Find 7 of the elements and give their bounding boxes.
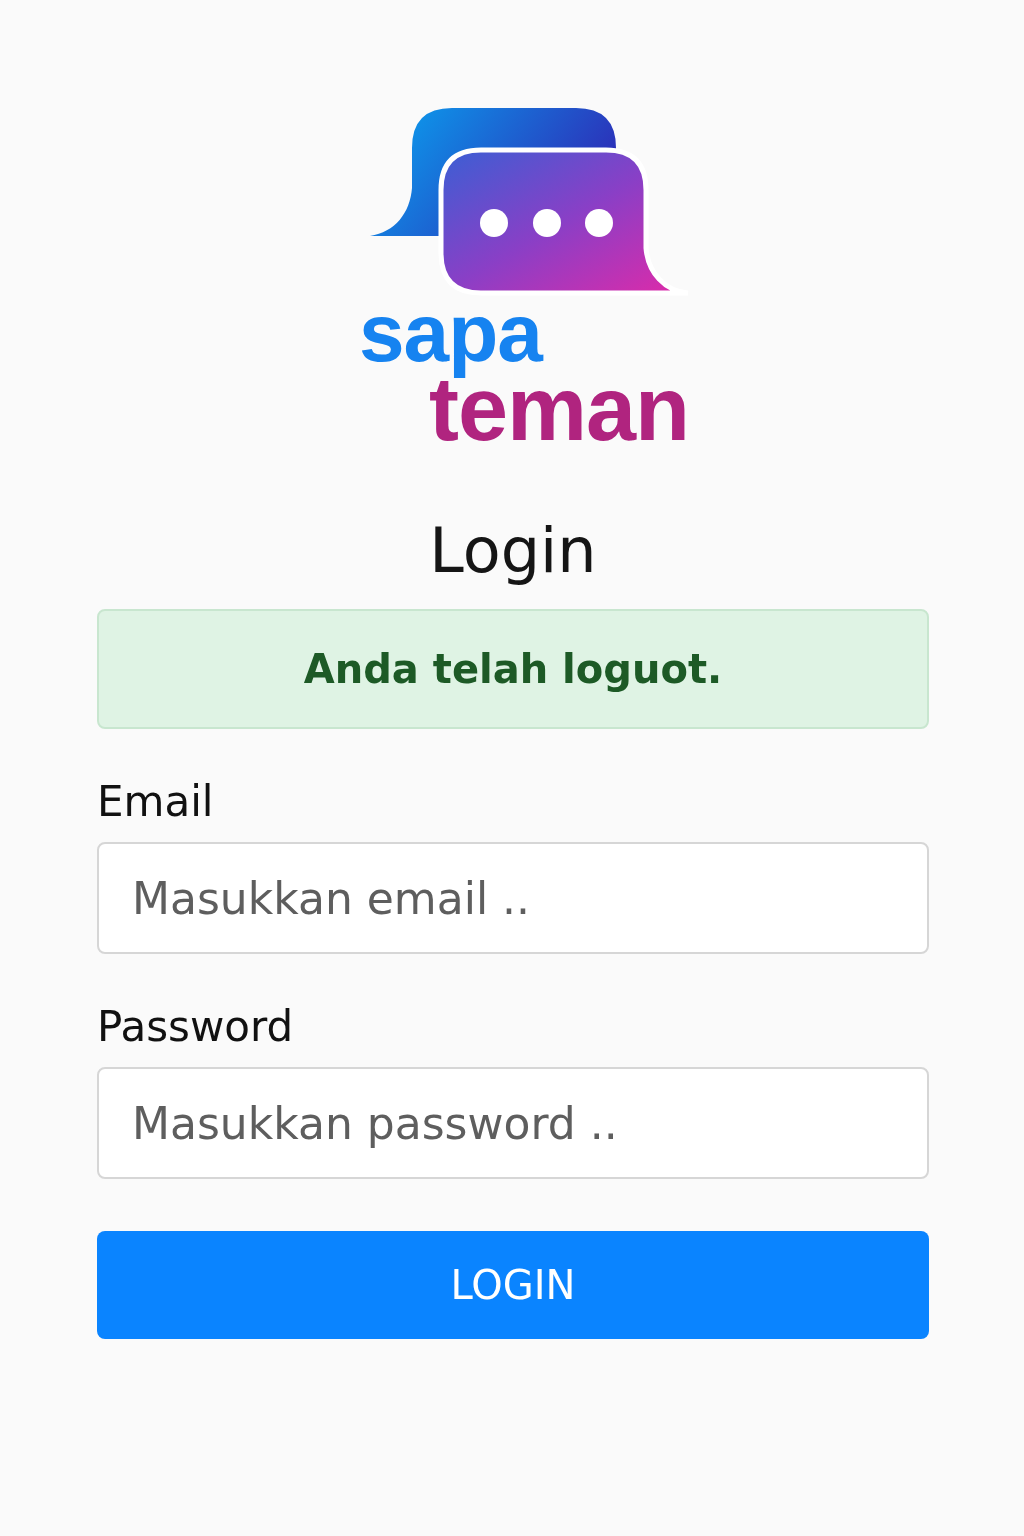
login-button[interactable]: LOGIN bbox=[97, 1231, 929, 1339]
page-title: Login bbox=[429, 514, 597, 587]
alert-message: Anda telah loguot. bbox=[97, 609, 929, 729]
password-field[interactable]: Masukkan password .. bbox=[97, 1067, 929, 1179]
field-label: Password bbox=[97, 1002, 294, 1051]
email-field[interactable]: Masukkan email .. bbox=[97, 842, 929, 954]
field-label: Email bbox=[97, 777, 214, 826]
